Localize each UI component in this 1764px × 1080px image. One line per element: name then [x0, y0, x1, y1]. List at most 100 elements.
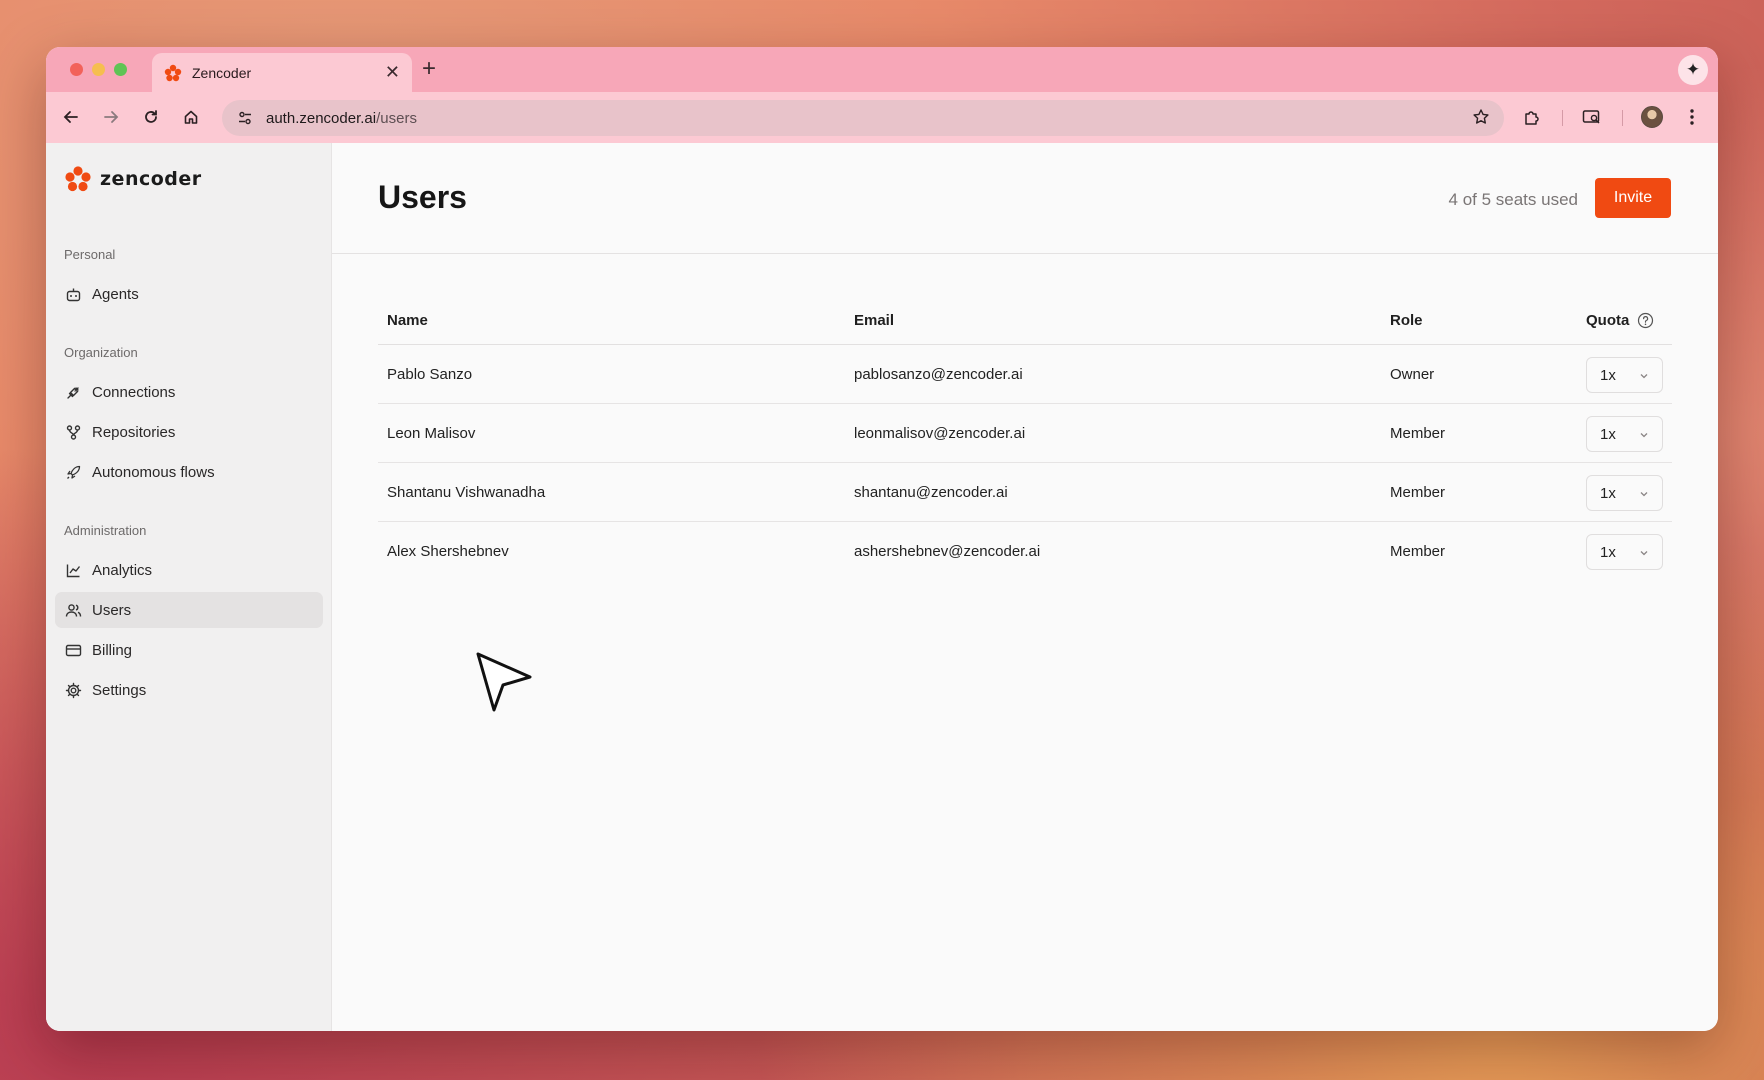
tab-title: Zencoder: [192, 64, 252, 81]
mouse-cursor-icon: [470, 648, 534, 717]
table-row[interactable]: Alex Shershebnev ashershebnev@zencoder.a…: [378, 522, 1672, 581]
home-icon[interactable]: [178, 104, 204, 130]
user-name: Leon Malisov: [387, 424, 476, 442]
column-header-name[interactable]: Name: [387, 297, 428, 344]
quota-select[interactable]: 1x: [1586, 416, 1663, 452]
url-host: auth.zencoder.ai: [266, 109, 377, 127]
quota-select[interactable]: 1x: [1586, 534, 1663, 570]
robot-icon: [64, 285, 82, 303]
quota-select[interactable]: 1x: [1586, 357, 1663, 393]
user-role: Member: [1390, 424, 1446, 442]
sidebar-item-repositories[interactable]: Repositories: [55, 414, 323, 450]
sidebar-item-label: Users: [92, 601, 132, 619]
sidebar-item-connections[interactable]: Connections: [55, 374, 323, 410]
seats-used-text: 4 of 5 seats used: [1448, 190, 1578, 209]
site-settings-icon[interactable]: [234, 107, 256, 129]
table-row[interactable]: Pablo Sanzo pablosanzo@zencoder.ai Owner…: [378, 345, 1672, 404]
forward-arrow-icon[interactable]: [98, 104, 124, 130]
user-email: pablosanzo@zencoder.ai: [854, 365, 1023, 383]
profile-avatar[interactable]: [1639, 104, 1665, 130]
user-email: ashershebnev@zencoder.ai: [854, 543, 1041, 560]
chart-line-icon: [64, 561, 82, 579]
sidebar-item-label: Connections: [92, 383, 176, 401]
zencoder-favicon-icon: [164, 64, 182, 82]
chevron-down-icon: [1638, 487, 1650, 504]
sidebar-item-label: Analytics: [92, 561, 153, 579]
user-name: Pablo Sanzo: [387, 365, 473, 383]
rocket-icon: [64, 463, 82, 481]
sidebar-item-agents[interactable]: Agents: [55, 276, 323, 312]
close-window-button[interactable]: [70, 63, 83, 76]
sidebar-item-billing[interactable]: Billing: [55, 632, 323, 668]
users-icon: [64, 601, 82, 619]
table-row[interactable]: Shantanu Vishwanadha shantanu@zencoder.a…: [378, 463, 1672, 522]
sparkle-icon[interactable]: ✦: [1678, 55, 1708, 85]
section-label-administration: Administration: [64, 523, 147, 538]
user-role: Member: [1390, 543, 1446, 560]
header-divider: [332, 253, 1718, 254]
sidebar-item-label: Agents: [92, 285, 139, 303]
chevron-down-icon: [1638, 546, 1650, 563]
browser-window: Zencoder ✕ + ✦ auth.zencoder.ai/users ze…: [46, 47, 1718, 1031]
user-role: Member: [1390, 483, 1446, 501]
address-bar[interactable]: auth.zencoder.ai/users: [222, 100, 1504, 136]
quota-value: 1x: [1600, 425, 1616, 443]
quota-select[interactable]: 1x: [1586, 475, 1663, 511]
page-content: zencoder Personal Agents Organization Co…: [46, 143, 1718, 1031]
url-path: /users: [376, 109, 417, 127]
back-arrow-icon[interactable]: [58, 104, 84, 130]
user-email: leonmalisov@zencoder.ai: [854, 424, 1026, 442]
user-name: Shantanu Vishwanadha: [387, 483, 546, 501]
column-header-quota: Quota: [1586, 297, 1654, 344]
git-branch-icon: [64, 423, 82, 441]
window-controls: [70, 63, 127, 76]
table-header: Name Email Role Quota: [378, 297, 1672, 345]
quota-value: 1x: [1600, 484, 1616, 502]
close-tab-icon[interactable]: ✕: [385, 62, 400, 83]
user-role: Owner: [1390, 365, 1435, 383]
chevron-down-icon: [1638, 369, 1650, 386]
sidebar-item-autonomous-flows[interactable]: Autonomous flows: [55, 454, 323, 490]
sidebar: zencoder Personal Agents Organization Co…: [46, 143, 332, 1031]
brand-name: zencoder: [100, 168, 202, 190]
section-label-personal: Personal: [64, 247, 116, 262]
tab-search-icon[interactable]: [1579, 104, 1605, 130]
column-header-role[interactable]: Role: [1390, 297, 1423, 344]
plug-icon: [64, 383, 82, 401]
toolbar-divider: [1622, 110, 1623, 126]
column-header-email[interactable]: Email: [854, 297, 894, 344]
invite-button[interactable]: Invite: [1595, 178, 1671, 218]
bookmark-star-icon[interactable]: [1472, 108, 1490, 131]
users-table: Name Email Role Quota Pablo Sanzo pablos…: [378, 297, 1672, 581]
maximize-window-button[interactable]: [114, 63, 127, 76]
user-name: Alex Shershebnev: [387, 543, 509, 560]
zencoder-logo-icon: [65, 166, 91, 192]
avatar: [1641, 106, 1663, 128]
credit-card-icon: [64, 641, 82, 659]
sidebar-item-users[interactable]: Users: [55, 592, 323, 628]
browser-toolbar: auth.zencoder.ai/users: [46, 92, 1718, 143]
url-text: auth.zencoder.ai/users: [266, 110, 417, 127]
new-tab-icon[interactable]: +: [422, 55, 436, 83]
table-row[interactable]: Leon Malisov leonmalisov@zencoder.ai Mem…: [378, 404, 1672, 463]
main-panel: Users 4 of 5 seats used Invite Name Emai…: [332, 143, 1718, 1031]
reload-icon[interactable]: [138, 104, 164, 130]
quota-header-label: Quota: [1586, 312, 1630, 329]
minimize-window-button[interactable]: [92, 63, 105, 76]
sidebar-item-label: Repositories: [92, 423, 176, 441]
browser-tab[interactable]: Zencoder ✕: [152, 53, 412, 92]
tab-bar: Zencoder ✕ + ✦: [46, 47, 1718, 92]
extensions-puzzle-icon[interactable]: [1519, 104, 1545, 130]
sidebar-item-label: Billing: [92, 641, 133, 659]
gear-icon: [64, 681, 82, 699]
sidebar-item-analytics[interactable]: Analytics: [55, 552, 323, 588]
user-email: shantanu@zencoder.ai: [854, 483, 1008, 501]
chevron-down-icon: [1638, 428, 1650, 445]
toolbar-divider: [1562, 110, 1563, 126]
kebab-menu-icon[interactable]: [1679, 104, 1705, 130]
sidebar-item-label: Autonomous flows: [92, 463, 215, 481]
page-title: Users: [378, 179, 467, 215]
logo[interactable]: zencoder: [64, 165, 202, 193]
sidebar-item-settings[interactable]: Settings: [55, 672, 323, 708]
help-circle-icon[interactable]: [1637, 312, 1654, 329]
